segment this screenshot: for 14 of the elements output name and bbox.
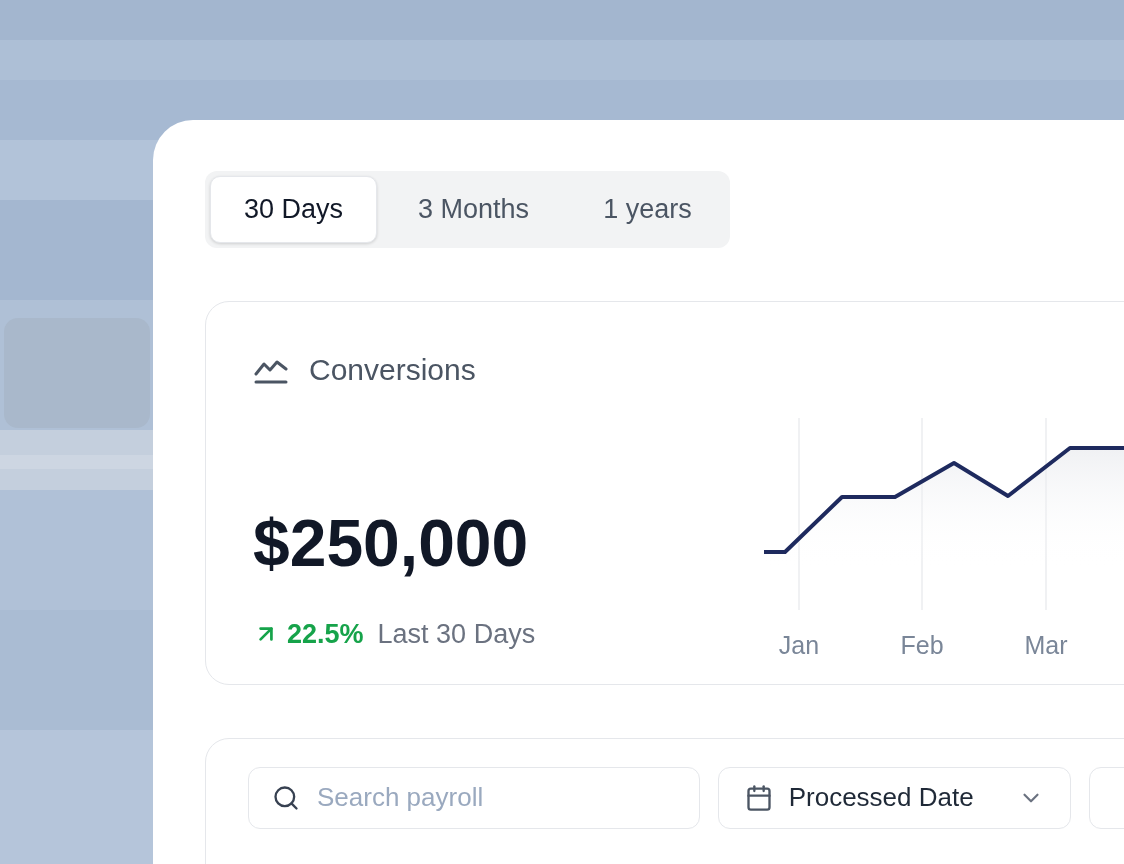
period-label: Last 30 Days: [377, 618, 536, 651]
conversion-amount: $250,000: [253, 510, 530, 576]
card-title: Conversions: [309, 352, 476, 388]
range-tab[interactable]: 3 Months: [385, 176, 563, 243]
change-percent: 22.5%: [287, 618, 364, 651]
month-label: Feb: [900, 631, 944, 659]
search-icon: [272, 783, 300, 812]
range-tab[interactable]: 1 years: [570, 176, 725, 243]
month-label: Mar: [1024, 631, 1068, 659]
search-field[interactable]: Search payroll: [248, 766, 700, 829]
calendar-icon: [744, 783, 773, 812]
month-label: Jan: [778, 631, 820, 659]
range-tab[interactable]: 30 Days: [210, 176, 378, 243]
date-filter-button[interactable]: Processed Date: [717, 766, 1071, 829]
